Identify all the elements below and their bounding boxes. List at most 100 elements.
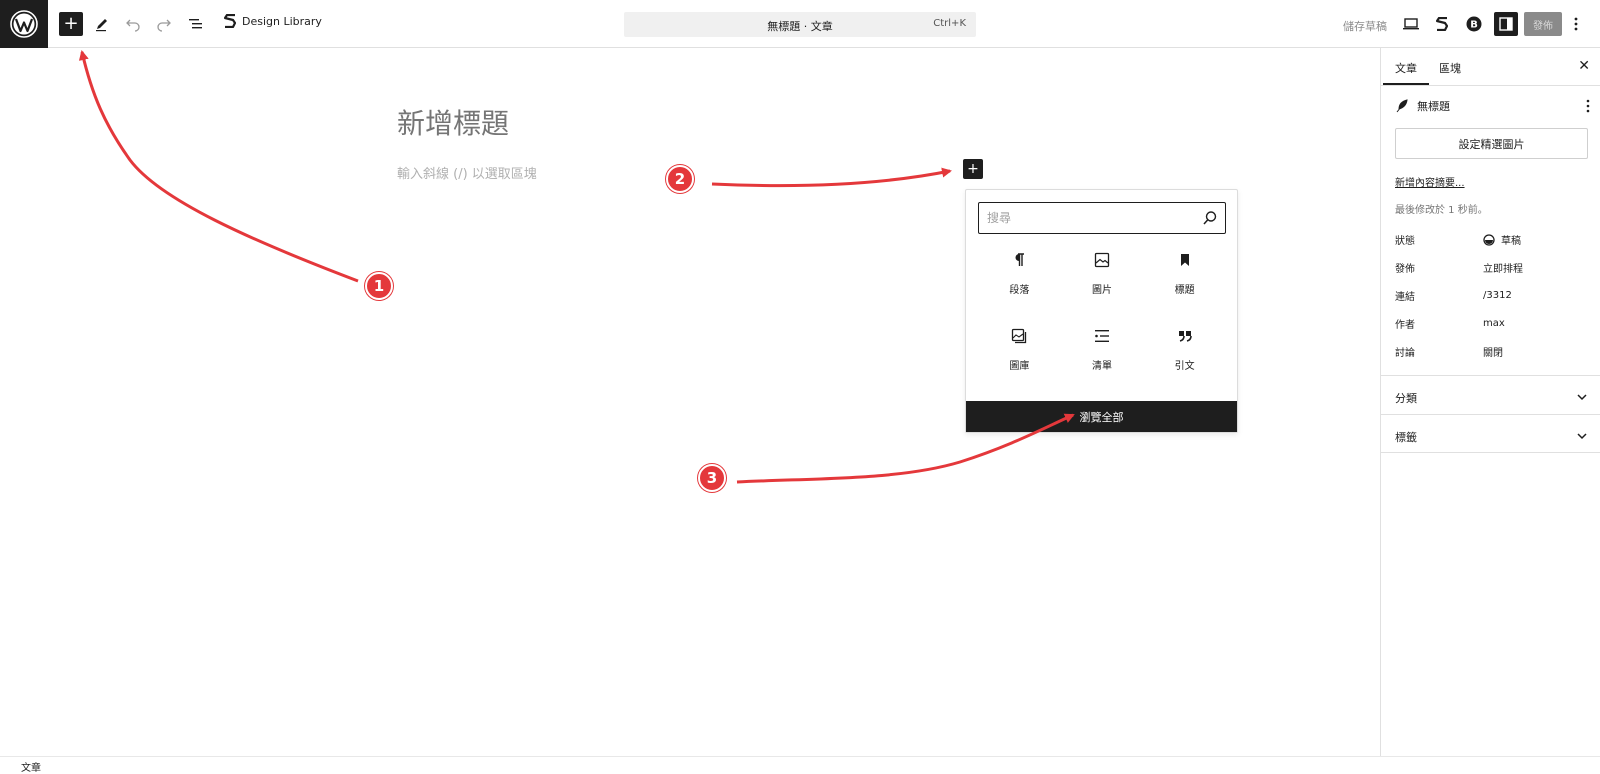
block-inserter-toggle-button[interactable]: + — [59, 12, 83, 36]
plus-icon: + — [63, 13, 79, 34]
block-gallery[interactable]: 圖庫 — [978, 328, 1061, 376]
design-library-label: Design Library — [242, 14, 322, 28]
image-icon — [1094, 252, 1110, 272]
breadcrumb-item[interactable]: 文章 — [21, 759, 41, 774]
block-label: 清單 — [1091, 361, 1112, 372]
editor-toolbar: + Design Library 無標題 · 文章 Ctrl+K 儲存草稿 B … — [0, 0, 1600, 48]
last-modified-text: 最後修改於 1 秒前。 — [1395, 205, 1488, 216]
meta-key: 狀態 — [1395, 236, 1415, 247]
sidebar-icon — [1499, 17, 1513, 31]
permalink-button[interactable]: /3312 — [1483, 288, 1512, 303]
empty-block-placeholder[interactable]: 輸入斜線 (/) 以選取區塊 — [397, 163, 537, 182]
block-label: 圖片 — [1091, 285, 1112, 296]
inserter-block-grid: 段落 圖片 標題 圖庫 清單 引文 — [978, 252, 1226, 376]
meta-key: 討論 — [1395, 348, 1415, 359]
undo-icon — [126, 19, 140, 32]
discussion-button[interactable]: 關閉 — [1483, 344, 1503, 359]
meta-row-discussion: 討論 關閉 — [1395, 344, 1589, 359]
post-title-input[interactable]: 新增標題 — [397, 102, 509, 142]
tab-post[interactable]: 文章 — [1383, 60, 1429, 85]
settings-sidebar-toggle-button[interactable] — [1494, 12, 1518, 36]
save-draft-button[interactable]: 儲存草稿 — [1343, 18, 1387, 34]
gallery-icon — [1011, 328, 1027, 348]
draft-status-icon — [1483, 233, 1495, 246]
preview-button[interactable] — [1399, 12, 1423, 36]
annotation-badge-2: 2 — [666, 165, 694, 193]
arrow-2 — [711, 167, 952, 188]
document-overview-button[interactable] — [184, 12, 208, 36]
publish-button[interactable]: 發佈 — [1524, 12, 1562, 36]
chevron-down-icon — [1576, 388, 1588, 407]
blocksy-button[interactable]: B — [1462, 12, 1486, 36]
author-button[interactable]: max — [1483, 316, 1505, 331]
wordpress-logo-icon[interactable] — [0, 0, 48, 48]
meta-value: 草稿 — [1501, 236, 1521, 247]
categories-panel[interactable]: 分類 — [1381, 375, 1600, 414]
vertical-ellipsis-icon — [1586, 99, 1590, 113]
browse-all-button[interactable]: 瀏覽全部 — [966, 401, 1237, 432]
desktop-icon — [1403, 18, 1419, 30]
inline-add-block-button[interactable]: + — [963, 159, 983, 179]
post-title-label: 無標題 — [1417, 100, 1450, 113]
annotation-badge-3: 3 — [698, 464, 726, 492]
svg-text:B: B — [1470, 20, 1478, 31]
block-image[interactable]: 圖片 — [1061, 252, 1144, 300]
redo-button[interactable] — [152, 12, 176, 36]
command-palette-bar[interactable]: 無標題 · 文章 Ctrl+K — [624, 12, 976, 37]
add-excerpt-link[interactable]: 新增內容摘要... — [1395, 174, 1465, 189]
design-library-button[interactable]: Design Library — [224, 14, 322, 28]
stackable-settings-button[interactable] — [1430, 12, 1454, 36]
plus-icon: + — [967, 161, 979, 177]
meta-row-author: 作者 max — [1395, 316, 1589, 331]
settings-sidebar: 文章 區塊 ✕ 無標題 設定精選圖片 新增內容摘要... 最後修改於 1 秒前。… — [1380, 48, 1600, 756]
tab-block[interactable]: 區塊 — [1439, 60, 1461, 76]
pencil-icon — [96, 19, 107, 32]
tags-panel[interactable]: 標籤 — [1381, 414, 1600, 453]
meta-key: 連結 — [1395, 292, 1415, 303]
inserter-search-input[interactable] — [987, 209, 1197, 227]
quote-icon — [1177, 328, 1193, 348]
publish-date-button[interactable]: 立即排程 — [1483, 260, 1523, 275]
document-title: 無標題 · 文章 — [767, 20, 833, 33]
sidebar-tabs: 文章 區塊 ✕ — [1381, 48, 1600, 86]
list-view-icon — [189, 19, 202, 29]
feather-icon — [1396, 99, 1408, 113]
inserter-search[interactable] — [978, 202, 1226, 234]
b-circle-icon: B — [1466, 16, 1482, 32]
quick-inserter-popover: 段落 圖片 標題 — [965, 189, 1238, 433]
set-featured-image-button[interactable]: 設定精選圖片 — [1395, 128, 1588, 159]
panel-title: 標籤 — [1395, 431, 1417, 444]
post-summary-header: 無標題 — [1395, 98, 1589, 114]
block-paragraph[interactable]: 段落 — [978, 252, 1061, 300]
tools-button[interactable] — [90, 12, 114, 36]
post-actions-button[interactable] — [1586, 98, 1590, 117]
list-icon — [1094, 328, 1110, 348]
shortcut-hint: Ctrl+K — [933, 18, 966, 29]
meta-row-publish: 發佈 立即排程 — [1395, 260, 1589, 275]
arrow-1 — [78, 50, 359, 283]
block-label: 標題 — [1174, 285, 1195, 296]
vertical-ellipsis-icon — [1574, 17, 1578, 31]
options-button[interactable] — [1568, 12, 1584, 36]
block-label: 引文 — [1174, 361, 1195, 372]
stackable-s-icon — [1436, 17, 1448, 31]
heading-bookmark-icon — [1177, 252, 1193, 272]
block-quote[interactable]: 引文 — [1143, 328, 1226, 376]
close-icon[interactable]: ✕ — [1578, 58, 1590, 74]
block-label: 圖庫 — [1009, 361, 1030, 372]
annotation-arrows — [78, 50, 1075, 484]
status-value-button[interactable]: 草稿 — [1483, 232, 1521, 247]
annotation-badge-1: 1 — [365, 272, 393, 300]
search-icon — [1202, 210, 1218, 230]
undo-button[interactable] — [121, 12, 145, 36]
meta-row-link: 連結 /3312 — [1395, 288, 1589, 303]
block-list[interactable]: 清單 — [1061, 328, 1144, 376]
chevron-down-icon — [1576, 427, 1588, 446]
panel-title: 分類 — [1395, 392, 1417, 405]
meta-row-status: 狀態 草稿 — [1395, 232, 1589, 247]
block-editor: + Design Library 無標題 · 文章 Ctrl+K 儲存草稿 B … — [0, 0, 1600, 774]
paragraph-icon — [1011, 252, 1027, 272]
redo-icon — [157, 19, 171, 32]
block-breadcrumb-bar: 文章 — [0, 756, 1600, 774]
block-heading[interactable]: 標題 — [1143, 252, 1226, 300]
